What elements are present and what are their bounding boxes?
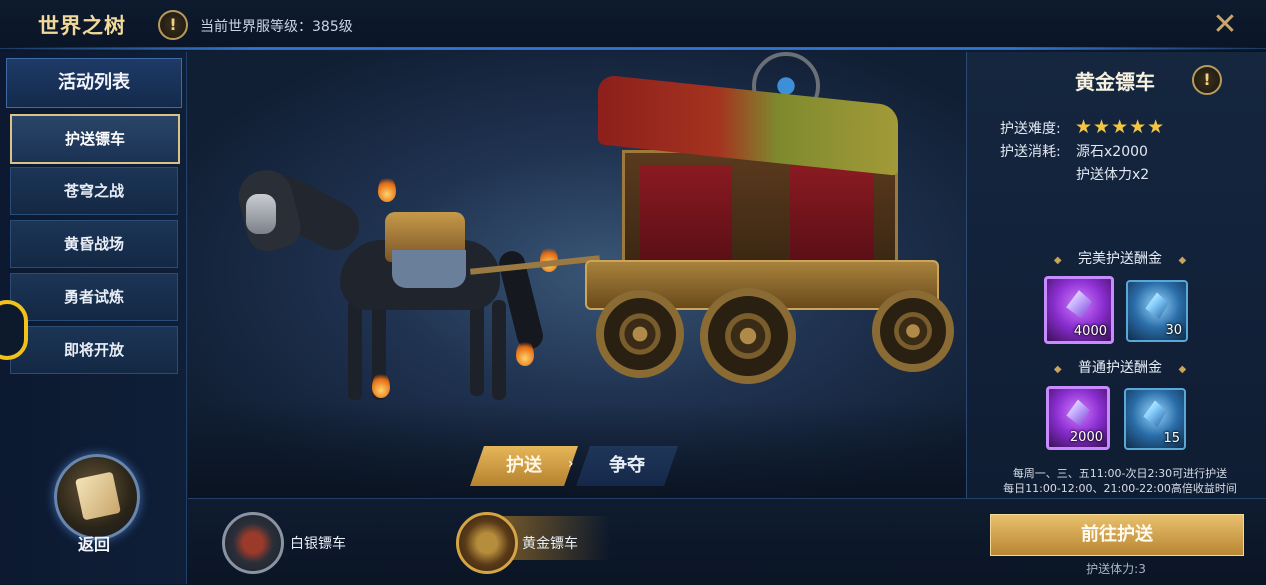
back-button[interactable] — [54, 454, 140, 540]
back-label[interactable]: 返回 — [54, 531, 134, 555]
diamond-icon: ◆ — [1178, 364, 1187, 375]
top-bar — [0, 0, 1266, 50]
carriage-curtain — [640, 165, 732, 260]
crystal-shape — [1066, 399, 1090, 427]
activity-list-heading: 活动列表 — [6, 58, 182, 108]
cost-stone: 源石x2000 — [1076, 144, 1148, 160]
sidebar-item-coming-soon[interactable]: 即将开放 — [10, 326, 178, 374]
sidebar-item-twilight-battlefield[interactable]: 黄昏战场 — [10, 220, 178, 268]
difficulty-label: 护送难度: — [1000, 121, 1061, 137]
sidebar-item-hero-trial[interactable]: 勇者试炼 — [10, 273, 178, 321]
horse-leg — [470, 296, 484, 396]
diamond-icon: ◆ — [1053, 255, 1062, 266]
cost-label: 护送消耗: — [1000, 144, 1061, 160]
tab-contest[interactable]: 争夺 — [576, 446, 678, 486]
chevron-right-icon: › — [568, 456, 574, 472]
carriage-wheel — [596, 290, 684, 378]
carriage-curtain — [790, 165, 874, 260]
gold-cart-icon[interactable] — [456, 512, 518, 574]
info-icon[interactable]: ! — [1192, 65, 1222, 95]
horse-leg — [348, 300, 362, 400]
perfect-reward-title: 完美护送酬金 — [1078, 251, 1162, 267]
sidebar-item-sky-battle[interactable]: 苍穹之战 — [10, 167, 178, 215]
server-level-text: 当前世界服等级：385级 — [200, 19, 353, 35]
flame-effect — [378, 176, 396, 202]
page-title: 世界之树 — [38, 13, 126, 38]
reward-quantity: 15 — [1163, 431, 1180, 446]
reward-quantity: 2000 — [1069, 430, 1103, 445]
crystal-shape — [1145, 292, 1169, 320]
reward-quantity: 30 — [1165, 323, 1182, 338]
normal-reward-title: 普通护送酬金 — [1078, 360, 1162, 376]
horse-armor-mask — [246, 194, 276, 234]
diamond-icon: ◆ — [1178, 255, 1187, 266]
flame-effect — [372, 372, 390, 398]
normal-reward-heading: ◆ 普通护送酬金 ◆ — [1040, 357, 1200, 377]
flame-effect — [516, 340, 534, 366]
side-drawer-handle[interactable] — [0, 300, 28, 360]
purple-crystal-icon[interactable]: 4000 — [1044, 276, 1114, 344]
purple-crystal-icon[interactable]: 2000 — [1046, 386, 1110, 450]
blue-crystal-icon[interactable]: 30 — [1126, 280, 1188, 342]
difficulty-stars: ★★★★★ — [1075, 116, 1166, 138]
cart-label-gold[interactable]: 黄金镖车 — [522, 533, 578, 553]
cart-label-silver[interactable]: 白银镖车 — [290, 533, 346, 553]
blue-crystal-icon[interactable]: 15 — [1124, 388, 1186, 450]
go-escort-button[interactable]: 前往护送 — [990, 514, 1244, 556]
close-icon[interactable]: ✕ — [1210, 10, 1240, 40]
silver-cart-icon[interactable] — [222, 512, 284, 574]
schedule-text: 每周一、三、五11:00-次日2:30可进行护送 — [1012, 467, 1228, 480]
bonus-time-text: 每日11:00-12:00、21:00-22:00高倍收益时间 — [1003, 482, 1237, 495]
saddle-cloth — [392, 250, 466, 288]
cost-stamina: 护送体力x2 — [1076, 167, 1150, 183]
sidebar-item-escort[interactable]: 护送镖车 — [10, 114, 180, 164]
tab-escort[interactable]: 护送 — [470, 446, 578, 486]
carriage-wheel — [872, 290, 954, 372]
horse-leg — [492, 300, 506, 400]
crystal-shape — [1066, 290, 1092, 319]
scroll-icon — [75, 471, 121, 521]
diamond-icon: ◆ — [1053, 364, 1062, 375]
cart-title: 黄金镖车 — [1075, 70, 1155, 94]
reward-quantity: 4000 — [1073, 324, 1107, 339]
info-icon[interactable]: ! — [158, 10, 188, 40]
stamina-text: 护送体力:3 — [1086, 562, 1146, 576]
top-bar-glow — [0, 47, 1266, 50]
perfect-reward-heading: ◆ 完美护送酬金 ◆ — [1040, 248, 1200, 268]
crystal-shape — [1143, 400, 1167, 428]
carriage-wheel — [700, 288, 796, 384]
